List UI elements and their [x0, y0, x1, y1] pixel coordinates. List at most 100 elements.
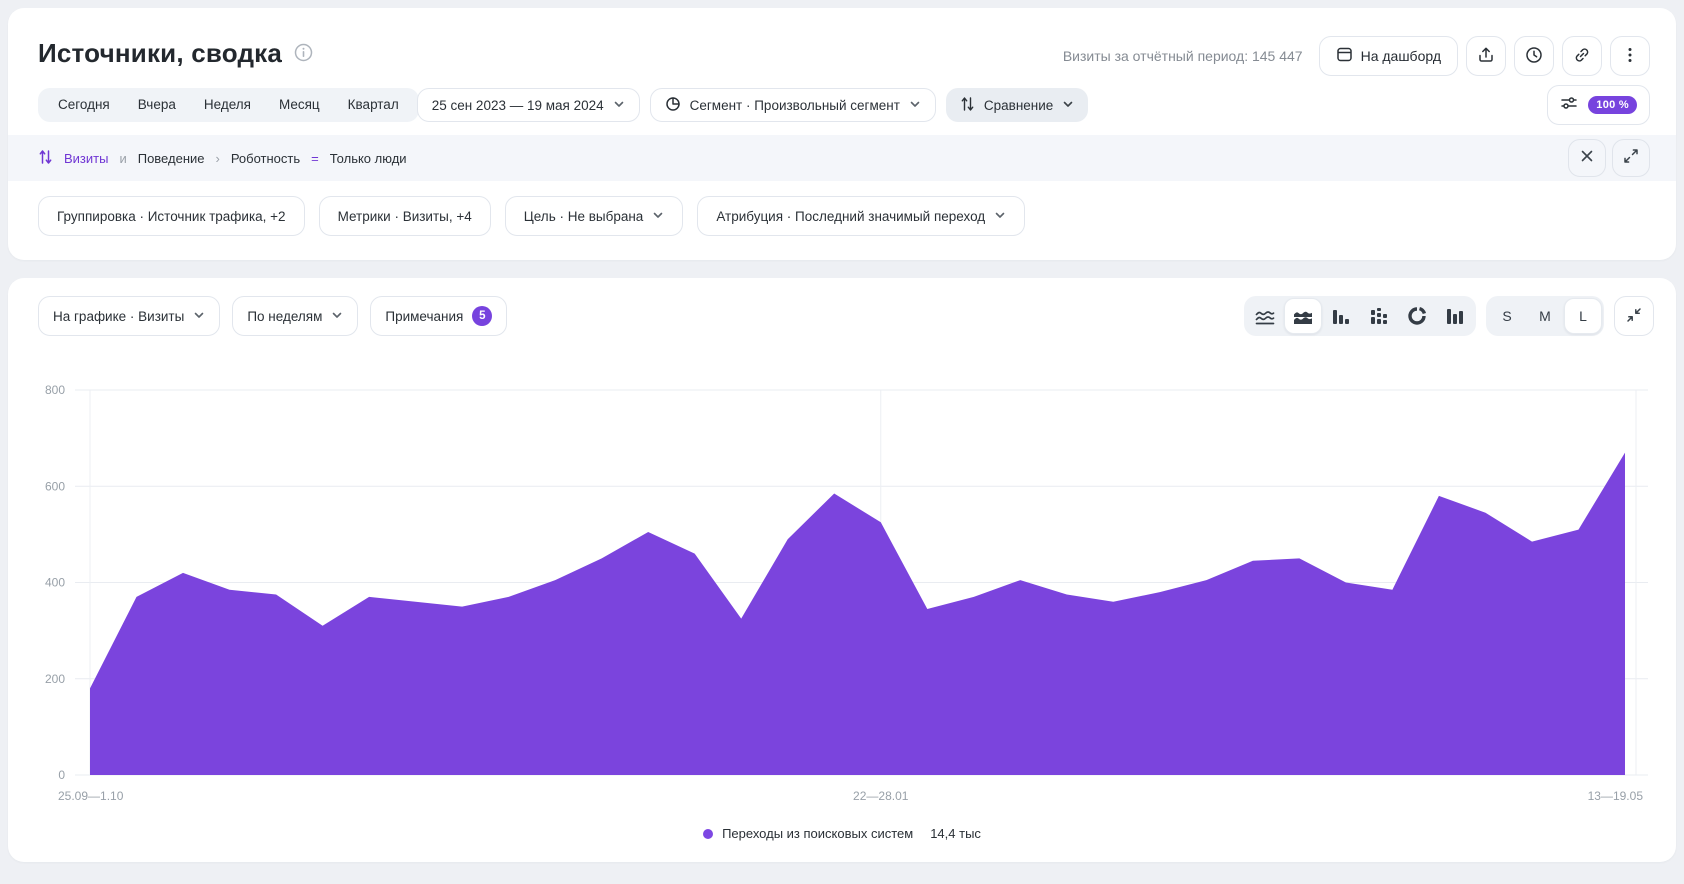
attribution-selector[interactable]: Атрибуция · Последний значимый переход [697, 196, 1025, 236]
legend-dot [703, 829, 713, 839]
compare-icon [960, 96, 975, 115]
chart-type-pie[interactable] [1398, 298, 1436, 334]
page-title: Источники, сводка [38, 38, 313, 69]
tab-month[interactable]: Месяц [265, 88, 334, 122]
collapse-chart-button[interactable] [1614, 296, 1654, 336]
more-menu-button[interactable] [1610, 36, 1650, 76]
segment-conjunction: и [119, 151, 126, 166]
remove-condition-button[interactable] [1568, 139, 1606, 177]
size-s[interactable]: S [1488, 298, 1526, 334]
collapse-icon [1626, 307, 1642, 326]
grouping-selector[interactable]: Группировка · Источник трафика, +2 [38, 196, 305, 236]
segment-path-group[interactable]: Поведение [138, 151, 205, 166]
notes-button[interactable]: Примечания 5 [370, 296, 507, 336]
size-l-label: L [1579, 308, 1587, 324]
chart-type-bars[interactable] [1322, 298, 1360, 334]
close-icon [1580, 149, 1594, 168]
tab-today[interactable]: Сегодня [44, 88, 124, 122]
chevron-down-icon [994, 209, 1006, 224]
pie-icon [665, 96, 681, 115]
svg-text:600: 600 [45, 479, 65, 493]
export-button[interactable] [1466, 36, 1506, 76]
copy-link-button[interactable] [1562, 36, 1602, 76]
goal-label: Цель · Не выбрана [524, 209, 644, 224]
date-range-label: 25 сен 2023 — 19 мая 2024 [432, 98, 604, 113]
size-m-label: M [1539, 308, 1551, 324]
chart-type-columns[interactable] [1436, 298, 1474, 334]
chevron-down-icon [331, 309, 343, 324]
chart-controls-right: S M L [1244, 296, 1654, 336]
sliders-icon [1560, 94, 1578, 117]
svg-text:800: 800 [45, 383, 65, 397]
segment-selector[interactable]: Сегмент · Произвольный сегмент [650, 88, 936, 122]
segment-path-item[interactable]: Роботность [231, 151, 300, 166]
dashboard-button[interactable]: На дашборд [1319, 36, 1458, 76]
segment-condition-bar: Визиты и Поведение › Роботность = Только… [8, 135, 1676, 181]
notes-label: Примечания [385, 309, 463, 324]
size-s-label: S [1502, 308, 1511, 324]
chart-metric-selector[interactable]: На графике · Визиты [38, 296, 220, 336]
svg-text:22—28.01: 22—28.01 [853, 789, 909, 803]
legend-value: 14,4 тыс [930, 826, 981, 841]
legend-label: Переходы из поисковых систем [722, 826, 913, 841]
segment-metric[interactable]: Визиты [64, 151, 108, 166]
tab-week[interactable]: Неделя [190, 88, 265, 122]
svg-text:200: 200 [45, 672, 65, 686]
chart-size-switcher: S M L [1486, 296, 1604, 336]
segment-condition[interactable]: Визиты и Поведение › Роботность = Только… [38, 149, 407, 168]
granularity-selector[interactable]: По неделям [232, 296, 358, 336]
segment-filter-icon [38, 149, 53, 168]
chart-controls-left: На графике · Визиты По неделям Примечани… [38, 296, 507, 336]
chevron-down-icon [613, 98, 625, 113]
chevron-down-icon [1062, 98, 1074, 113]
chevron-down-icon [193, 309, 205, 324]
segment-path-separator: › [215, 151, 219, 166]
page-title-text: Источники, сводка [38, 38, 282, 69]
report-settings-row: Группировка · Источник трафика, +2 Метри… [38, 196, 1025, 236]
sampling-settings-button[interactable]: 100 % [1547, 85, 1650, 125]
size-m[interactable]: M [1526, 298, 1564, 334]
kebab-icon [1621, 46, 1639, 67]
compare-selector-label: Сравнение [984, 98, 1053, 113]
grouping-label: Группировка · Источник трафика, +2 [57, 209, 286, 224]
svg-text:25.09—1.10: 25.09—1.10 [58, 789, 124, 803]
chevron-down-icon [652, 209, 664, 224]
chart-type-area[interactable] [1284, 298, 1322, 334]
granularity-label: По неделям [247, 309, 322, 324]
compare-selector[interactable]: Сравнение [946, 88, 1088, 122]
expand-icon [1623, 148, 1639, 169]
expand-segment-button[interactable] [1612, 139, 1650, 177]
sampling-badge: 100 % [1588, 96, 1637, 114]
share-icon [1477, 46, 1495, 67]
chart-type-stacked[interactable] [1360, 298, 1398, 334]
visits-period-summary: Визиты за отчётный период: 145 447 [1063, 48, 1303, 64]
svg-text:0: 0 [58, 768, 65, 782]
tab-yesterday[interactable]: Вчера [124, 88, 190, 122]
chart-legend[interactable]: Переходы из поисковых систем 14,4 тыс [8, 826, 1676, 841]
history-button[interactable] [1514, 36, 1554, 76]
goal-selector[interactable]: Цель · Не выбрана [505, 196, 684, 236]
tab-quarter[interactable]: Квартал [334, 88, 413, 122]
clock-icon [1525, 46, 1543, 67]
segment-operator: = [311, 151, 319, 166]
info-icon[interactable] [294, 38, 313, 69]
segment-bar-actions [1568, 139, 1650, 177]
dashboard-icon [1336, 46, 1353, 66]
date-range-picker[interactable]: 25 сен 2023 — 19 мая 2024 [417, 88, 640, 122]
chart-type-lines[interactable] [1246, 298, 1284, 334]
attribution-label: Атрибуция · Последний значимый переход [716, 209, 985, 224]
notes-count-badge: 5 [472, 306, 492, 326]
filter-row: Сегодня Вчера Неделя Месяц Квартал 25 се… [38, 88, 1088, 122]
period-tabs: Сегодня Вчера Неделя Месяц Квартал [38, 88, 419, 122]
size-l[interactable]: L [1564, 298, 1602, 334]
chart-card: На графике · Визиты По неделям Примечани… [8, 278, 1676, 862]
link-icon [1573, 46, 1591, 67]
chevron-down-icon [909, 98, 921, 113]
segment-value[interactable]: Только люди [330, 151, 407, 166]
visits-area-chart[interactable]: 020040060080025.09—1.1022—28.0113—19.05 [8, 338, 1676, 808]
svg-text:400: 400 [45, 576, 65, 590]
metrics-selector[interactable]: Метрики · Визиты, +4 [319, 196, 491, 236]
header-card: Источники, сводка Визиты за отчётный пер… [8, 8, 1676, 260]
header-actions: Визиты за отчётный период: 145 447 На да… [1063, 36, 1650, 76]
segment-selector-label: Сегмент · Произвольный сегмент [690, 98, 900, 113]
